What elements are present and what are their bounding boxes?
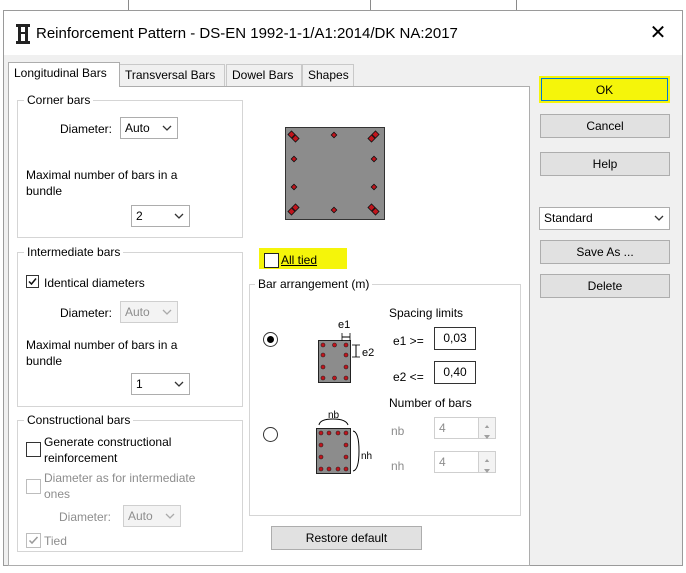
number-of-bars-diagram: nb nh (316, 410, 372, 474)
intermediate-diameter-label: Diameter: (60, 306, 113, 320)
diagram-nh-label: nh (361, 451, 372, 462)
diagram-e2-label: e2 (362, 347, 374, 359)
checkmark-icon (28, 536, 39, 545)
corner-diameter-value: Auto (125, 121, 150, 135)
e1-input[interactable]: 0,03 (434, 327, 476, 350)
app-icon (16, 24, 30, 44)
intermediate-diameter-value: Auto (125, 305, 150, 319)
chevron-down-icon (174, 213, 184, 219)
constructional-diameter-select[interactable]: Auto (123, 505, 181, 527)
e2-input[interactable]: 0,40 (434, 361, 476, 384)
corner-max-bars-value: 2 (136, 209, 143, 223)
tied-label: Tied (44, 534, 67, 548)
chevron-down-icon (654, 215, 664, 221)
window-title: Reinforcement Pattern - DS-EN 1992-1-1/A… (36, 25, 458, 42)
intermediate-diameter-select[interactable]: Auto (120, 301, 178, 323)
chevron-down-icon (162, 309, 172, 315)
nh-up-button[interactable] (478, 452, 495, 463)
ok-button[interactable]: OK (541, 78, 668, 101)
help-button[interactable]: Help (540, 152, 670, 176)
e1-label: e1 >= (393, 334, 424, 348)
corner-max-bars-label-line2: bundle (26, 184, 63, 198)
generate-constructional-checkbox[interactable] (26, 442, 41, 457)
triangle-down-icon (484, 435, 490, 439)
nh-value: 4 (439, 455, 446, 469)
generate-constructional-label-line1: Generate constructional (44, 435, 172, 449)
tab-transversal-bars[interactable]: Transversal Bars (119, 64, 225, 86)
diameter-as-intermediate-label-line1: Diameter as for intermediate (44, 471, 196, 485)
delete-button[interactable]: Delete (540, 274, 670, 298)
close-icon[interactable]: ✕ (646, 21, 670, 45)
corner-max-bars-label-line1: Maximal number of bars in a (26, 168, 178, 182)
diagram-nb-label: nb (328, 410, 340, 421)
preset-value: Standard (544, 211, 593, 225)
tab-shapes[interactable]: Shapes (302, 64, 354, 86)
spacing-limits-label: Spacing limits (389, 306, 464, 320)
intermediate-max-bars-label-line1: Maximal number of bars in a (26, 338, 178, 352)
background-app-bottom (0, 566, 686, 573)
generate-constructional-label-line2: reinforcement (44, 451, 118, 465)
intermediate-bars-title: Intermediate bars (24, 245, 124, 259)
intermediate-max-bars-select[interactable]: 1 (131, 373, 190, 395)
constructional-diameter-label: Diameter: (59, 510, 112, 524)
all-tied-label: All tied (281, 253, 318, 267)
chevron-down-icon (174, 381, 184, 387)
number-option-radio[interactable] (263, 427, 278, 442)
restore-default-button[interactable]: Restore default (271, 526, 422, 550)
chevron-down-icon (162, 125, 172, 131)
background-app-strip (0, 0, 686, 10)
corner-diameter-select[interactable]: Auto (120, 117, 178, 139)
identical-diameters-checkbox[interactable] (26, 275, 39, 288)
bar-arrangement-group (249, 284, 521, 516)
spacing-diagram: e1 e2 (318, 319, 374, 383)
tab-longitudinal-bars-active[interactable]: Longitudinal Bars (8, 62, 120, 87)
e2-label: e2 <= (393, 370, 424, 384)
all-tied-checkbox[interactable] (264, 253, 279, 268)
corner-diameter-label: Diameter: (60, 122, 113, 136)
constructional-diameter-value: Auto (128, 509, 153, 523)
nb-up-button[interactable] (478, 418, 495, 429)
bar-arrangement-title: Bar arrangement (m) (255, 277, 373, 291)
intermediate-max-bars-value: 1 (136, 377, 143, 391)
cancel-button[interactable]: Cancel (540, 114, 670, 138)
save-as-button[interactable]: Save As ... (540, 240, 670, 264)
nb-down-button[interactable] (478, 428, 495, 439)
preset-select[interactable]: Standard (539, 207, 670, 230)
constructional-bars-title: Constructional bars (24, 413, 134, 427)
chevron-down-icon (165, 513, 175, 519)
tied-checkbox[interactable] (26, 533, 41, 548)
triangle-down-icon (484, 469, 490, 473)
identical-diameters-label: Identical diameters (44, 276, 145, 290)
corner-max-bars-select[interactable]: 2 (131, 205, 190, 227)
diagram-e1-label: e1 (338, 319, 350, 331)
nb-value: 4 (439, 421, 446, 435)
nh-down-button[interactable] (478, 462, 495, 473)
checkmark-icon (28, 278, 37, 286)
tab-dowel-bars[interactable]: Dowel Bars (226, 64, 302, 86)
cross-section-preview (285, 127, 385, 220)
nh-label: nh (391, 459, 405, 473)
nb-label: nb (391, 424, 405, 438)
diameter-as-intermediate-label-line2: ones (44, 487, 71, 501)
nh-spinner[interactable]: 4 (434, 451, 496, 473)
number-of-bars-label: Number of bars (389, 396, 472, 410)
intermediate-max-bars-label-line2: bundle (26, 354, 63, 368)
corner-bars-title: Corner bars (24, 93, 94, 107)
diameter-as-intermediate-checkbox[interactable] (26, 479, 41, 494)
nb-spinner[interactable]: 4 (434, 417, 496, 439)
spacing-option-radio[interactable] (263, 332, 278, 347)
